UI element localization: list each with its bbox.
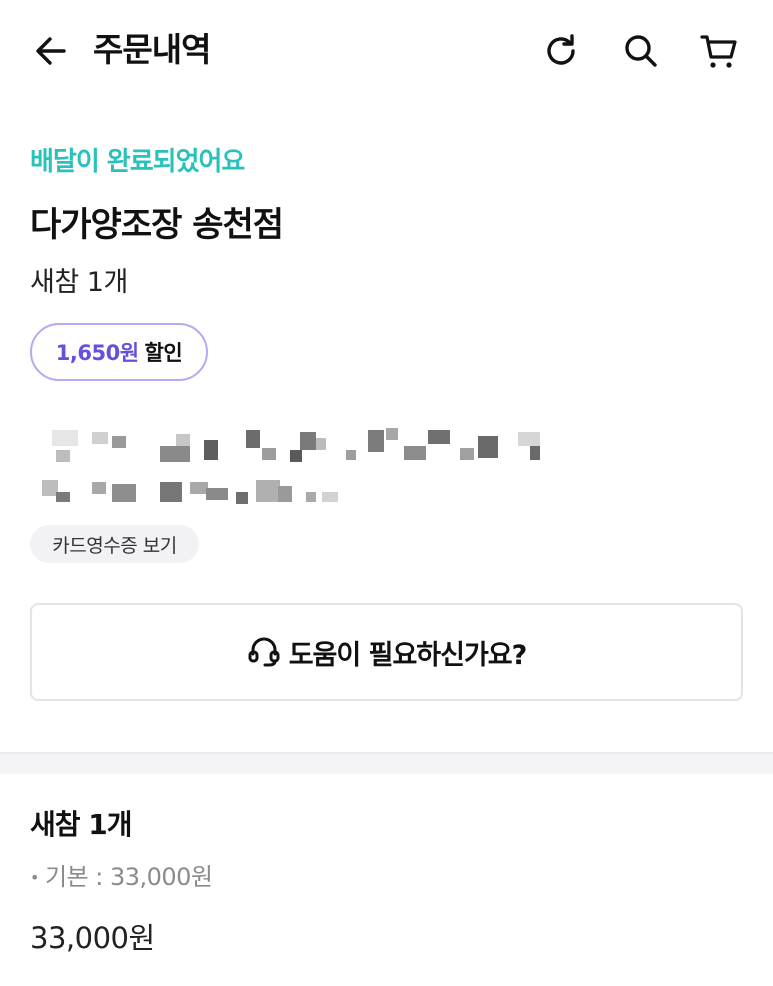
redacted-order-info: [0, 420, 560, 520]
help-label: 도움이 필요하신가요?: [288, 639, 528, 671]
bullet-icon: •: [30, 868, 39, 887]
back-button[interactable]: [30, 30, 72, 72]
search-button[interactable]: [620, 30, 662, 72]
discount-label: 할인: [144, 341, 183, 365]
item-option: • 기본 : 33,000원: [30, 860, 213, 895]
store-name: 다가양조장 송천점: [30, 205, 284, 245]
headset-icon: [247, 637, 281, 667]
discount-badge: 1,650원 할인: [30, 323, 208, 381]
top-bar: 주문내역: [0, 0, 773, 100]
discount-amount: 1,650원: [55, 341, 139, 365]
search-icon: [625, 35, 657, 67]
section-divider: [0, 752, 773, 774]
item-name: 새참 1개: [30, 808, 133, 841]
refresh-button[interactable]: [540, 30, 582, 72]
order-summary: 새참 1개: [30, 267, 128, 298]
card-receipt-button[interactable]: 카드영수증 보기: [30, 525, 199, 563]
cart-button[interactable]: [698, 30, 740, 72]
refresh-icon: [547, 34, 575, 65]
item-option-text: 기본 : 33,000원: [44, 863, 213, 891]
arrow-left-icon: [36, 37, 66, 65]
order-status: 배달이 완료되었어요: [30, 147, 245, 177]
cart-icon: [700, 35, 737, 68]
item-price: 33,000원: [30, 921, 155, 955]
help-button[interactable]: 도움이 필요하신가요?: [30, 603, 743, 701]
page-title: 주문내역: [93, 30, 211, 69]
